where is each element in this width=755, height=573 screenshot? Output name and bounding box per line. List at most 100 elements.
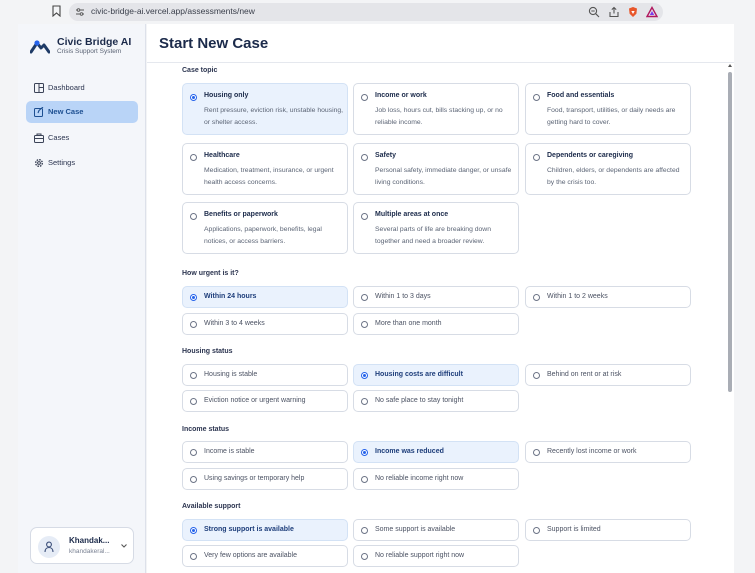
radio-button[interactable] — [190, 398, 197, 405]
radio-button[interactable] — [533, 294, 540, 301]
option-strong-support[interactable]: Strong support is available — [182, 519, 348, 541]
radio-button[interactable] — [361, 321, 368, 328]
option-description: Personal safety, immediate danger, or un… — [375, 167, 512, 186]
radio-button[interactable] — [361, 294, 368, 301]
option-within-1-to-2-weeks[interactable]: Within 1 to 2 weeks — [525, 286, 691, 308]
option-label: Safety — [375, 152, 397, 159]
radio-button[interactable] — [190, 527, 197, 534]
option-description: Several parts of life are breaking down … — [375, 226, 491, 245]
option-description: Rent pressure, eviction risk, unstable h… — [204, 107, 344, 126]
radio-button[interactable] — [361, 372, 368, 379]
radio-button[interactable] — [190, 449, 197, 456]
option-income-or-work[interactable]: Income or work Job loss, hours cut, bill… — [353, 83, 519, 135]
user-menu[interactable]: Khandak... khandakeral... — [30, 527, 134, 564]
browser-toolbar: civic-bridge-ai.vercel.app/assessments/n… — [0, 0, 755, 24]
user-email: khandakeral... — [69, 548, 110, 555]
section-label-income-status: Income status — [182, 426, 230, 433]
option-label: Recently lost income or work — [547, 448, 637, 455]
radio-button[interactable] — [361, 398, 368, 405]
site-settings-icon[interactable] — [75, 7, 85, 17]
radio-button[interactable] — [190, 154, 197, 161]
option-food-and-essentials[interactable]: Food and essentials Food, transport, uti… — [525, 83, 691, 135]
radio-button[interactable] — [533, 449, 540, 456]
option-housing-stable[interactable]: Housing is stable — [182, 364, 348, 386]
share-icon[interactable] — [608, 6, 620, 18]
option-housing-costs-difficult[interactable]: Housing costs are difficult — [353, 364, 519, 386]
radio-button[interactable] — [190, 553, 197, 560]
option-within-3-to-4-weeks[interactable]: Within 3 to 4 weeks — [182, 313, 348, 335]
option-using-savings[interactable]: Using savings or temporary help — [182, 468, 348, 490]
radio-button[interactable] — [190, 94, 197, 101]
option-label: Healthcare — [204, 152, 240, 159]
option-no-reliable-income[interactable]: No reliable income right now — [353, 468, 519, 490]
radio-button[interactable] — [361, 527, 368, 534]
sidebar-item-label: Dashboard — [48, 83, 85, 92]
address-bar[interactable]: civic-bridge-ai.vercel.app/assessments/n… — [69, 3, 663, 21]
option-label: Very few options are available — [204, 552, 297, 559]
radio-button[interactable] — [361, 154, 368, 161]
radio-button[interactable] — [533, 154, 540, 161]
option-description: Food, transport, utilities, or daily nee… — [547, 107, 676, 126]
radio-button[interactable] — [190, 294, 197, 301]
brave-shield-icon[interactable] — [627, 6, 639, 18]
radio-button[interactable] — [533, 372, 540, 379]
option-dependents-or-caregiving[interactable]: Dependents or caregiving Children, elder… — [525, 143, 691, 195]
option-safety[interactable]: Safety Personal safety, immediate danger… — [353, 143, 519, 195]
zoom-icon[interactable] — [588, 6, 600, 18]
option-housing-only[interactable]: Housing only Rent pressure, eviction ris… — [182, 83, 348, 135]
option-multiple-areas[interactable]: Multiple areas at once Several parts of … — [353, 202, 519, 254]
option-label: Income or work — [375, 92, 427, 99]
option-within-1-to-3-days[interactable]: Within 1 to 3 days — [353, 286, 519, 308]
sidebar: Civic Bridge AI Crisis Support System Da… — [18, 24, 146, 573]
brand-name: Civic Bridge AI — [57, 36, 132, 48]
option-label: Within 1 to 2 weeks — [547, 293, 608, 300]
option-no-reliable-support[interactable]: No reliable support right now — [353, 545, 519, 567]
option-support-limited[interactable]: Support is limited — [525, 519, 691, 541]
dashboard-icon — [34, 83, 44, 93]
option-label: Using savings or temporary help — [204, 475, 305, 482]
sidebar-item-settings[interactable]: Settings — [26, 152, 138, 174]
option-behind-on-rent[interactable]: Behind on rent or at risk — [525, 364, 691, 386]
option-label: Housing is stable — [204, 371, 258, 378]
radio-button[interactable] — [361, 476, 368, 483]
option-income-stable[interactable]: Income is stable — [182, 441, 348, 463]
radio-button[interactable] — [190, 321, 197, 328]
radio-button[interactable] — [361, 553, 368, 560]
option-recently-lost-income[interactable]: Recently lost income or work — [525, 441, 691, 463]
radio-button[interactable] — [361, 213, 368, 220]
radio-button[interactable] — [190, 476, 197, 483]
sidebar-item-cases[interactable]: Cases — [26, 127, 138, 149]
bookmark-icon[interactable] — [52, 5, 61, 17]
sidebar-item-dashboard[interactable]: Dashboard — [26, 77, 138, 99]
new-case-icon — [34, 107, 44, 117]
page-header: Start New Case — [147, 24, 734, 62]
option-label: Strong support is available — [204, 526, 294, 533]
section-label-available-support: Available support — [182, 503, 241, 510]
option-within-24-hours[interactable]: Within 24 hours — [182, 286, 348, 308]
radio-button[interactable] — [533, 94, 540, 101]
user-name: Khandak... — [69, 536, 110, 545]
option-label: Support is limited — [547, 526, 601, 533]
option-eviction-notice[interactable]: Eviction notice or urgent warning — [182, 390, 348, 412]
option-income-reduced[interactable]: Income was reduced — [353, 441, 519, 463]
option-label: No reliable support right now — [375, 552, 465, 559]
cases-icon — [34, 133, 44, 143]
scrollbar-thumb[interactable] — [728, 72, 732, 392]
radio-button[interactable] — [190, 372, 197, 379]
option-no-safe-place[interactable]: No safe place to stay tonight — [353, 390, 519, 412]
radio-button[interactable] — [190, 213, 197, 220]
option-some-support[interactable]: Some support is available — [353, 519, 519, 541]
option-very-few-options[interactable]: Very few options are available — [182, 545, 348, 567]
brand-subtitle: Crisis Support System — [57, 48, 122, 55]
rewards-icon[interactable] — [646, 6, 658, 18]
radio-button[interactable] — [533, 527, 540, 534]
option-healthcare[interactable]: Healthcare Medication, treatment, insura… — [182, 143, 348, 195]
scrollbar[interactable] — [726, 62, 734, 573]
option-benefits-or-paperwork[interactable]: Benefits or paperwork Applications, pape… — [182, 202, 348, 254]
scroll-up-arrow-icon[interactable] — [728, 64, 732, 67]
sidebar-item-new-case[interactable]: New Case — [26, 101, 138, 123]
option-label: Some support is available — [375, 526, 456, 533]
radio-button[interactable] — [361, 449, 368, 456]
option-more-than-one-month[interactable]: More than one month — [353, 313, 519, 335]
radio-button[interactable] — [361, 94, 368, 101]
